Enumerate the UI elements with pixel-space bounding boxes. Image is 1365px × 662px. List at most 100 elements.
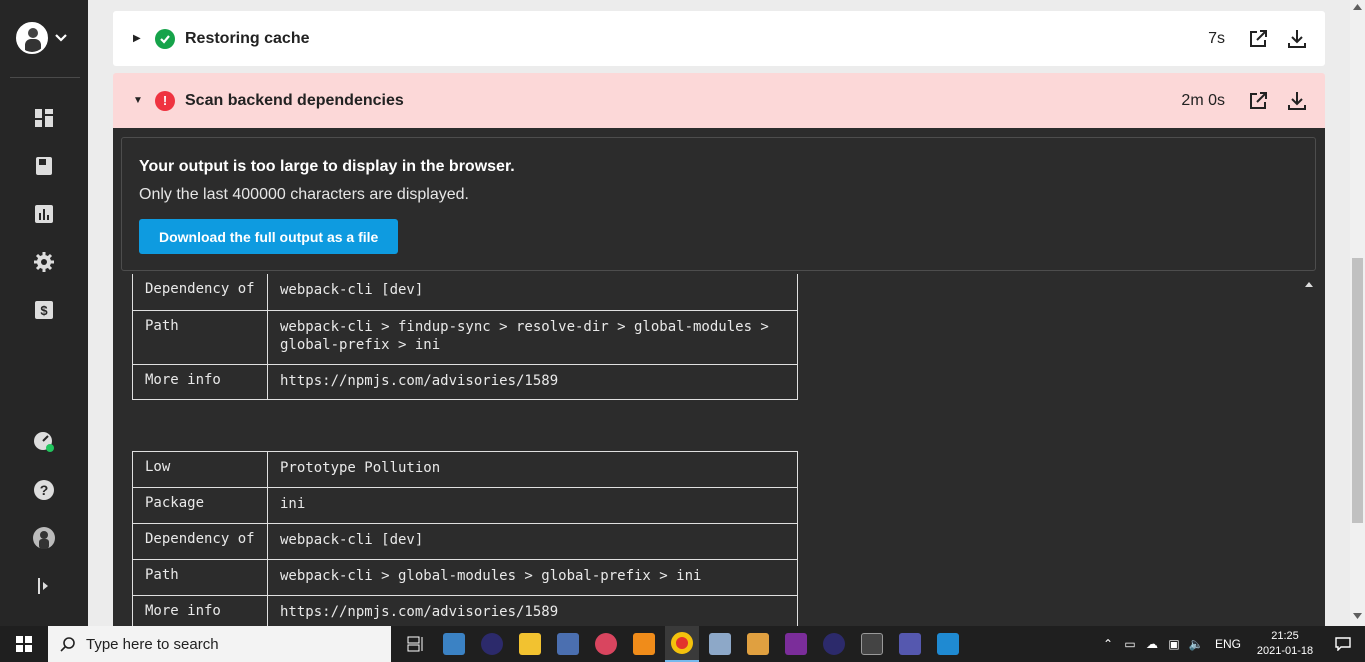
profile-avatar-icon[interactable]	[33, 527, 55, 549]
row-value: webpack-cli [dev]	[280, 532, 424, 548]
scroll-down-arrow-icon[interactable]	[1353, 613, 1362, 619]
notifications-icon[interactable]	[1321, 637, 1365, 651]
terminal-icon	[861, 633, 883, 655]
audit-table: Low Prototype Pollution Package ini Depe…	[132, 451, 798, 626]
success-check-icon	[155, 28, 175, 49]
taskbar-app-remote[interactable]	[437, 626, 471, 662]
row-key: Dependency of	[133, 524, 268, 559]
windows-taskbar: Type here to search ⌃ ▭ ☁ ▣ 🔈 ENG 21:25 …	[0, 626, 1365, 662]
svg-text:?: ?	[40, 482, 49, 498]
eclipse-icon	[823, 633, 845, 655]
row-value: Prototype Pollution	[280, 460, 441, 476]
table-row: More info https://npmjs.com/advisories/1…	[133, 595, 797, 626]
status-speedometer-icon[interactable]	[33, 431, 55, 453]
row-key: Low	[133, 452, 268, 487]
row-key: Path	[133, 560, 268, 595]
taskbar-app-teams[interactable]	[893, 626, 927, 662]
dashboard-icon[interactable]	[33, 107, 55, 129]
avatar	[16, 22, 48, 54]
task-view-icon	[407, 636, 423, 652]
help-icon[interactable]: ?	[33, 479, 55, 501]
cloud-icon[interactable]: ☁	[1141, 637, 1163, 651]
download-icon[interactable]	[1286, 28, 1308, 50]
gear-icon[interactable]	[33, 251, 55, 273]
step-duration: 2m 0s	[1181, 91, 1225, 109]
error-exclamation-icon: !	[155, 90, 175, 111]
notice-heading: Your output is too large to display in t…	[139, 158, 515, 175]
log-output[interactable]: Dependency of webpack-cli [dev] Path web…	[113, 274, 1293, 626]
caret-right-icon: ▶	[133, 33, 141, 44]
row-value-line: webpack-cli > findup-sync > resolve-dir …	[280, 319, 769, 335]
open-external-icon[interactable]	[1247, 90, 1269, 112]
taskbar-app-chrome[interactable]	[665, 626, 699, 662]
taskbar-app-sublime[interactable]	[627, 626, 661, 662]
teams-icon	[899, 633, 921, 655]
taskbar-app-eclipse[interactable]	[475, 626, 509, 662]
taskbar-app-terminal[interactable]	[855, 626, 889, 662]
step-restoring-cache[interactable]: ▶ Restoring cache 7s	[113, 11, 1325, 66]
job-detail-main: ▶ Restoring cache 7s ▼ ! Scan backend de…	[88, 0, 1350, 626]
taskbar-app-vscode[interactable]	[931, 626, 965, 662]
output-too-large-notice: Your output is too large to display in t…	[121, 137, 1316, 271]
row-key: Dependency of	[133, 274, 268, 310]
paint-icon	[595, 633, 617, 655]
chevron-up-icon[interactable]: ⌃	[1097, 637, 1119, 651]
book-icon[interactable]	[33, 155, 55, 177]
row-value: https://npmjs.com/advisories/1589	[280, 604, 559, 620]
table-row: Dependency of webpack-cli [dev]	[133, 523, 797, 559]
step-title: Scan backend dependencies	[185, 91, 404, 109]
eclipse-icon	[481, 633, 503, 655]
remote-desktop-icon	[443, 633, 465, 655]
account-menu[interactable]	[16, 22, 70, 54]
start-button[interactable]	[0, 626, 48, 662]
clock-date: 2021-01-18	[1256, 645, 1314, 657]
file-transfer-icon	[747, 633, 769, 655]
task-view-button[interactable]	[399, 626, 433, 662]
sidebar: $ ?	[0, 0, 88, 626]
display-icon[interactable]: ▣	[1163, 637, 1185, 651]
clock-time: 21:25	[1271, 630, 1299, 642]
billing-dollar-icon[interactable]: $	[33, 299, 55, 321]
scroll-up-arrow-icon[interactable]	[1304, 280, 1314, 288]
taskbar-app-files[interactable]	[741, 626, 775, 662]
page-scrollbar[interactable]	[1350, 0, 1365, 626]
download-icon[interactable]	[1286, 90, 1308, 112]
clock[interactable]: 21:25 2021-01-18	[1249, 629, 1321, 659]
folder-icon	[519, 633, 541, 655]
insights-chart-icon[interactable]	[33, 203, 55, 225]
scroll-up-arrow-icon[interactable]	[1353, 4, 1362, 10]
network-tool-icon	[557, 633, 579, 655]
log-scrollbar[interactable]	[1293, 274, 1325, 626]
language-indicator[interactable]: ENG	[1207, 637, 1249, 651]
volume-icon[interactable]: 🔈	[1185, 637, 1207, 651]
table-row: Path webpack-cli > global-modules > glob…	[133, 559, 797, 595]
step-scan-backend-dependencies[interactable]: ▼ ! Scan backend dependencies 2m 0s	[113, 73, 1325, 128]
taskbar-app-paint[interactable]	[589, 626, 623, 662]
step-duration: 7s	[1208, 29, 1225, 47]
svg-text:$: $	[40, 303, 48, 318]
taskbar-app-tool[interactable]	[703, 626, 737, 662]
taskbar-app-network[interactable]	[551, 626, 585, 662]
row-key: Path	[133, 311, 268, 364]
search-icon	[60, 637, 75, 652]
taskbar-search-box[interactable]: Type here to search	[48, 626, 391, 662]
chrome-icon	[671, 632, 693, 654]
taskbar-app-explorer[interactable]	[513, 626, 547, 662]
taskbar-app-onenote[interactable]	[779, 626, 813, 662]
taskbar-app-eclipse-2[interactable]	[817, 626, 851, 662]
scrollbar-thumb[interactable]	[1352, 258, 1363, 523]
battery-icon[interactable]: ▭	[1119, 637, 1141, 651]
table-row: Dependency of webpack-cli [dev]	[133, 274, 797, 310]
step-title: Restoring cache	[185, 29, 310, 47]
sidebar-divider	[10, 77, 80, 78]
download-full-output-button[interactable]: Download the full output as a file	[139, 219, 399, 254]
windows-logo-icon	[16, 636, 32, 652]
tool-icon	[709, 633, 731, 655]
expand-sidebar-icon[interactable]	[33, 575, 55, 597]
vscode-icon	[937, 633, 959, 655]
open-external-icon[interactable]	[1247, 28, 1269, 50]
table-row: Low Prototype Pollution	[133, 451, 797, 487]
table-row: More info https://npmjs.com/advisories/1…	[133, 364, 797, 400]
row-value: webpack-cli > global-modules > global-pr…	[280, 568, 702, 584]
row-value-line: global-prefix > ini	[280, 337, 441, 353]
